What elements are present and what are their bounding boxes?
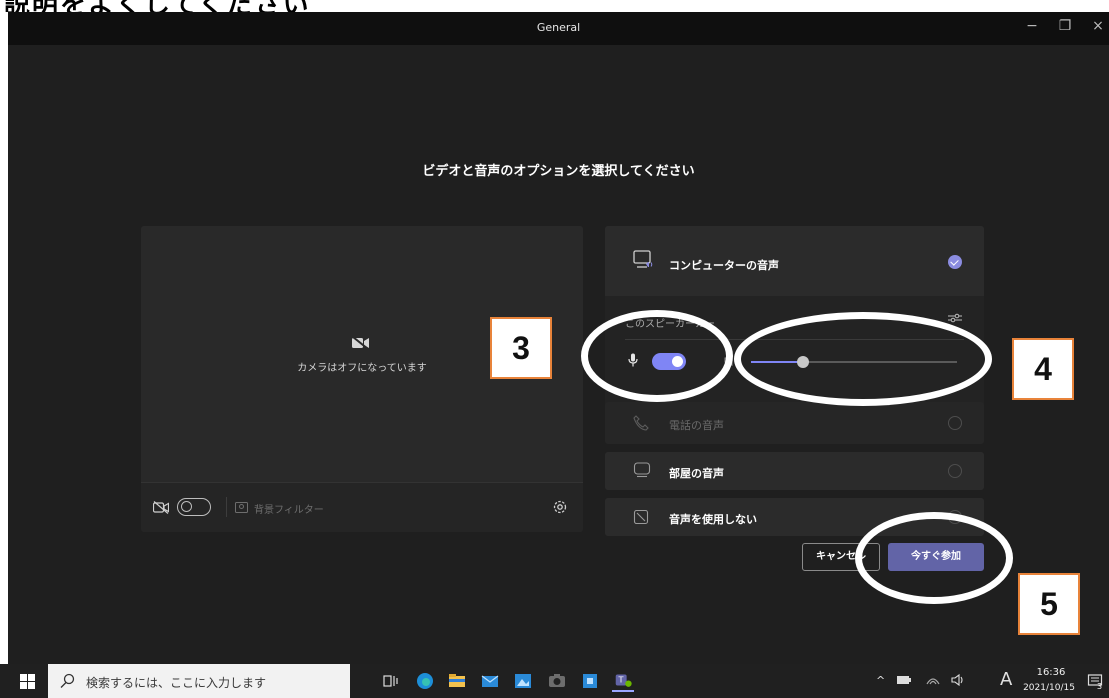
video-toolbar: 背景フィルター <box>141 482 583 532</box>
radio-button[interactable] <box>948 416 962 430</box>
page-title: ビデオと音声のオプションを選択してください <box>422 164 695 179</box>
show-hidden-icons-button[interactable]: ^ <box>876 674 885 687</box>
callout-3: 3 <box>490 317 552 379</box>
toolbar-divider <box>226 497 227 517</box>
background-filter-icon <box>235 502 248 513</box>
photos-app-icon[interactable] <box>512 670 534 692</box>
maximize-button[interactable]: ❐ <box>1055 18 1075 34</box>
mail-icon[interactable] <box>479 670 501 692</box>
audio-option-label: 部屋の音声 <box>669 467 724 480</box>
audio-option-label: 音声を使用しない <box>669 513 757 526</box>
volume-slider-thumb[interactable] <box>796 356 809 368</box>
camera-off-icon <box>153 501 169 514</box>
audio-option-none[interactable]: 音声を使用しない <box>605 498 984 536</box>
no-audio-icon <box>633 509 649 525</box>
screen: 説明をよくしてください General − ❐ × ビデオと音声のオプションを選… <box>0 0 1109 698</box>
callout-4: 4 <box>1012 338 1074 400</box>
task-view-icon[interactable] <box>380 670 402 692</box>
clock-date[interactable]: 2021/10/15 <box>1016 683 1082 693</box>
audio-option-computer[interactable]: コンピューターの音声 このスピーカーカー <box>605 226 984 416</box>
svg-text:T: T <box>617 675 624 685</box>
audio-option-phone[interactable]: 電話の音声 <box>605 402 984 444</box>
settings-divider <box>625 339 964 340</box>
taskbar-search-box[interactable]: 検索するには、ここに入力します <box>48 664 350 698</box>
callout-5: 5 <box>1018 573 1080 635</box>
audio-option-label: 電話の音声 <box>669 419 724 432</box>
clock-time[interactable]: 16:36 <box>1023 667 1079 678</box>
speaker-device-label[interactable]: このスピーカーカー <box>625 315 715 330</box>
teams-window: General − ❐ × ビデオと音声のオプションを選択してください カメラは… <box>8 12 1109 664</box>
computer-audio-settings: このスピーカーカー <box>605 296 984 416</box>
camera-app-icon[interactable] <box>546 670 568 692</box>
teams-app-icon[interactable]: T <box>612 670 634 692</box>
radio-button[interactable] <box>948 510 962 524</box>
battery-icon[interactable] <box>896 672 912 688</box>
window-title: General <box>536 21 581 34</box>
microphone-icon <box>628 353 638 367</box>
radio-button[interactable] <box>948 464 962 478</box>
close-button[interactable]: × <box>1088 18 1108 34</box>
phone-icon <box>633 415 649 431</box>
notification-count-badge: 3 <box>1097 682 1103 691</box>
minimize-button[interactable]: − <box>1022 18 1042 34</box>
audio-option-label: コンピューターの音声 <box>669 259 779 272</box>
search-placeholder: 検索するには、ここに入力します <box>86 676 267 690</box>
ime-mode-indicator[interactable]: A <box>1000 669 1012 690</box>
speaker-volume-slider[interactable] <box>751 356 957 368</box>
windows-start-icon[interactable] <box>20 674 35 689</box>
video-preview-panel: カメラはオフになっています 背景フィルター <box>141 226 583 532</box>
taskbar: 検索するには、ここに入力します T ^ A 16:36 2021/10/15 3 <box>0 664 1109 698</box>
edge-browser-icon[interactable] <box>414 670 436 692</box>
computer-audio-icon <box>633 250 653 268</box>
file-explorer-icon[interactable] <box>446 670 468 692</box>
document-heading-fragment: 説明をよくしてください <box>0 0 1109 12</box>
camera-toggle[interactable] <box>177 498 211 516</box>
cancel-button[interactable]: キャンセル <box>802 543 880 571</box>
selected-check-icon <box>948 255 962 269</box>
title-bar: General − ❐ × <box>8 12 1109 45</box>
wifi-icon[interactable] <box>925 672 941 688</box>
speaker-icon <box>724 354 733 366</box>
room-audio-icon <box>633 462 651 478</box>
search-icon <box>60 673 75 688</box>
camera-off-icon <box>352 337 369 349</box>
gear-icon[interactable] <box>551 498 569 516</box>
join-now-button[interactable]: 今すぐ参加 <box>888 543 984 571</box>
background-filter-button[interactable]: 背景フィルター <box>254 501 324 516</box>
device-settings-icon[interactable] <box>948 313 962 323</box>
audio-option-room[interactable]: 部屋の音声 <box>605 452 984 490</box>
volume-icon[interactable] <box>950 672 966 688</box>
store-app-icon[interactable] <box>579 670 601 692</box>
microphone-toggle[interactable] <box>652 353 686 370</box>
volume-slider-fill <box>751 361 803 363</box>
